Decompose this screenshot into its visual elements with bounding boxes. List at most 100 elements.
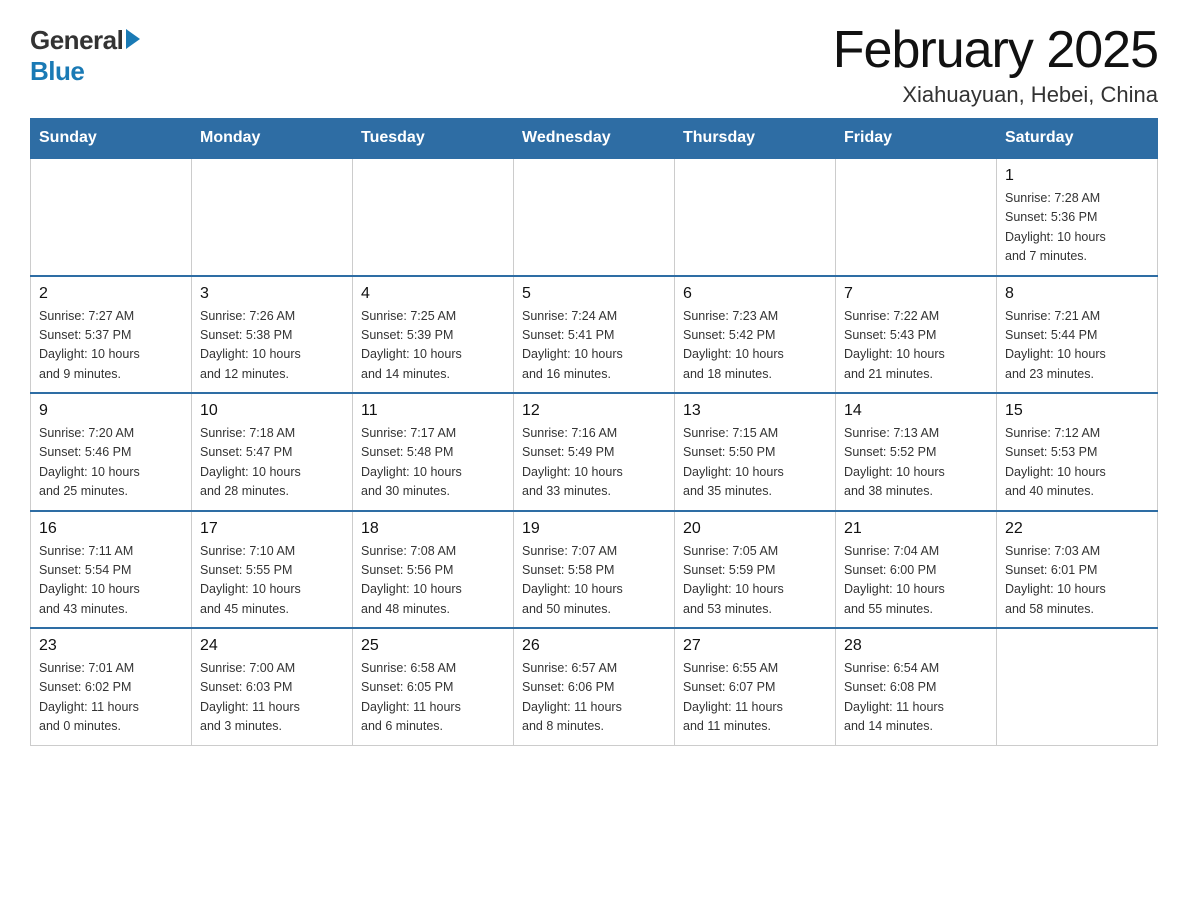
calendar-cell: 16 Sunrise: 7:11 AMSunset: 5:54 PMDayligh… <box>31 511 192 629</box>
logo-blue-text: Blue <box>30 56 84 87</box>
calendar-cell: 15 Sunrise: 7:12 AMSunset: 5:53 PMDayligh… <box>997 393 1158 511</box>
day-info: Sunrise: 7:05 AMSunset: 5:59 PMDaylight:… <box>683 542 827 620</box>
calendar-cell: 14 Sunrise: 7:13 AMSunset: 5:52 PMDayligh… <box>836 393 997 511</box>
calendar-cell <box>675 158 836 276</box>
day-info: Sunrise: 7:08 AMSunset: 5:56 PMDaylight:… <box>361 542 505 620</box>
day-number: 13 <box>683 402 827 420</box>
day-number: 20 <box>683 520 827 538</box>
day-info: Sunrise: 7:00 AMSunset: 6:03 PMDaylight:… <box>200 659 344 737</box>
day-info: Sunrise: 7:12 AMSunset: 5:53 PMDaylight:… <box>1005 424 1149 502</box>
calendar-cell <box>836 158 997 276</box>
day-info: Sunrise: 7:11 AMSunset: 5:54 PMDaylight:… <box>39 542 183 620</box>
day-number: 9 <box>39 402 183 420</box>
calendar-cell: 21 Sunrise: 7:04 AMSunset: 6:00 PMDayligh… <box>836 511 997 629</box>
day-info: Sunrise: 7:22 AMSunset: 5:43 PMDaylight:… <box>844 307 988 385</box>
day-number: 17 <box>200 520 344 538</box>
calendar-cell: 27 Sunrise: 6:55 AMSunset: 6:07 PMDayligh… <box>675 628 836 745</box>
calendar-cell: 2 Sunrise: 7:27 AMSunset: 5:37 PMDaylight… <box>31 276 192 394</box>
day-info: Sunrise: 7:13 AMSunset: 5:52 PMDaylight:… <box>844 424 988 502</box>
calendar-subtitle: Xiahuayuan, Hebei, China <box>833 82 1158 108</box>
logo-arrow-icon <box>126 29 140 49</box>
day-number: 26 <box>522 637 666 655</box>
title-block: February 2025 Xiahuayuan, Hebei, China <box>833 20 1158 108</box>
weekday-header-sunday: Sunday <box>31 119 192 159</box>
logo: General Blue <box>30 20 140 87</box>
day-number: 5 <box>522 285 666 303</box>
day-number: 6 <box>683 285 827 303</box>
calendar-cell <box>997 628 1158 745</box>
day-number: 19 <box>522 520 666 538</box>
calendar-cell: 23 Sunrise: 7:01 AMSunset: 6:02 PMDayligh… <box>31 628 192 745</box>
day-info: Sunrise: 7:21 AMSunset: 5:44 PMDaylight:… <box>1005 307 1149 385</box>
calendar-cell: 6 Sunrise: 7:23 AMSunset: 5:42 PMDaylight… <box>675 276 836 394</box>
day-number: 3 <box>200 285 344 303</box>
calendar-cell: 26 Sunrise: 6:57 AMSunset: 6:06 PMDayligh… <box>514 628 675 745</box>
weekday-header-wednesday: Wednesday <box>514 119 675 159</box>
calendar-week-row: 2 Sunrise: 7:27 AMSunset: 5:37 PMDaylight… <box>31 276 1158 394</box>
day-number: 1 <box>1005 167 1149 185</box>
day-number: 18 <box>361 520 505 538</box>
day-number: 22 <box>1005 520 1149 538</box>
calendar-cell: 12 Sunrise: 7:16 AMSunset: 5:49 PMDayligh… <box>514 393 675 511</box>
calendar-cell: 24 Sunrise: 7:00 AMSunset: 6:03 PMDayligh… <box>192 628 353 745</box>
day-info: Sunrise: 7:27 AMSunset: 5:37 PMDaylight:… <box>39 307 183 385</box>
weekday-header-friday: Friday <box>836 119 997 159</box>
calendar-cell: 9 Sunrise: 7:20 AMSunset: 5:46 PMDaylight… <box>31 393 192 511</box>
calendar-cell: 1 Sunrise: 7:28 AMSunset: 5:36 PMDaylight… <box>997 158 1158 276</box>
calendar-title: February 2025 <box>833 20 1158 80</box>
day-info: Sunrise: 6:55 AMSunset: 6:07 PMDaylight:… <box>683 659 827 737</box>
calendar-cell: 7 Sunrise: 7:22 AMSunset: 5:43 PMDaylight… <box>836 276 997 394</box>
day-number: 27 <box>683 637 827 655</box>
day-number: 16 <box>39 520 183 538</box>
day-info: Sunrise: 7:26 AMSunset: 5:38 PMDaylight:… <box>200 307 344 385</box>
day-info: Sunrise: 7:07 AMSunset: 5:58 PMDaylight:… <box>522 542 666 620</box>
day-number: 2 <box>39 285 183 303</box>
day-number: 11 <box>361 402 505 420</box>
calendar-cell: 25Sunrise: 6:58 AMSunset: 6:05 PMDayligh… <box>353 628 514 745</box>
day-number: 7 <box>844 285 988 303</box>
calendar-cell <box>31 158 192 276</box>
day-info: Sunrise: 7:03 AMSunset: 6:01 PMDaylight:… <box>1005 542 1149 620</box>
day-number: 28 <box>844 637 988 655</box>
calendar-cell: 4Sunrise: 7:25 AMSunset: 5:39 PMDaylight… <box>353 276 514 394</box>
day-number: 8 <box>1005 285 1149 303</box>
day-info: Sunrise: 7:23 AMSunset: 5:42 PMDaylight:… <box>683 307 827 385</box>
calendar-table: SundayMondayTuesdayWednesdayThursdayFrid… <box>30 118 1158 746</box>
day-number: 15 <box>1005 402 1149 420</box>
calendar-cell: 11 Sunrise: 7:17 AMSunset: 5:48 PMDayligh… <box>353 393 514 511</box>
calendar-cell: 22 Sunrise: 7:03 AMSunset: 6:01 PMDayligh… <box>997 511 1158 629</box>
calendar-cell: 5Sunrise: 7:24 AMSunset: 5:41 PMDaylight… <box>514 276 675 394</box>
day-info: Sunrise: 7:28 AMSunset: 5:36 PMDaylight:… <box>1005 189 1149 267</box>
day-info: Sunrise: 7:01 AMSunset: 6:02 PMDaylight:… <box>39 659 183 737</box>
day-number: 24 <box>200 637 344 655</box>
calendar-cell: 19 Sunrise: 7:07 AMSunset: 5:58 PMDayligh… <box>514 511 675 629</box>
day-info: Sunrise: 7:16 AMSunset: 5:49 PMDaylight:… <box>522 424 666 502</box>
calendar-cell <box>514 158 675 276</box>
calendar-cell: 20 Sunrise: 7:05 AMSunset: 5:59 PMDayligh… <box>675 511 836 629</box>
day-number: 14 <box>844 402 988 420</box>
calendar-cell: 13Sunrise: 7:15 AMSunset: 5:50 PMDayligh… <box>675 393 836 511</box>
weekday-header-thursday: Thursday <box>675 119 836 159</box>
day-number: 10 <box>200 402 344 420</box>
day-info: Sunrise: 7:20 AMSunset: 5:46 PMDaylight:… <box>39 424 183 502</box>
calendar-cell: 8 Sunrise: 7:21 AMSunset: 5:44 PMDaylight… <box>997 276 1158 394</box>
weekday-header-monday: Monday <box>192 119 353 159</box>
calendar-week-row: 1 Sunrise: 7:28 AMSunset: 5:36 PMDaylight… <box>31 158 1158 276</box>
day-info: Sunrise: 7:10 AMSunset: 5:55 PMDaylight:… <box>200 542 344 620</box>
weekday-header-saturday: Saturday <box>997 119 1158 159</box>
calendar-cell <box>192 158 353 276</box>
weekday-header-row: SundayMondayTuesdayWednesdayThursdayFrid… <box>31 119 1158 159</box>
calendar-week-row: 23 Sunrise: 7:01 AMSunset: 6:02 PMDayligh… <box>31 628 1158 745</box>
day-info: Sunrise: 6:54 AMSunset: 6:08 PMDaylight:… <box>844 659 988 737</box>
day-info: Sunrise: 7:17 AMSunset: 5:48 PMDaylight:… <box>361 424 505 502</box>
logo-general-text: General <box>30 25 123 56</box>
day-number: 12 <box>522 402 666 420</box>
day-number: 25 <box>361 637 505 655</box>
day-number: 23 <box>39 637 183 655</box>
day-info: Sunrise: 7:18 AMSunset: 5:47 PMDaylight:… <box>200 424 344 502</box>
calendar-cell: 18 Sunrise: 7:08 AMSunset: 5:56 PMDayligh… <box>353 511 514 629</box>
day-info: Sunrise: 6:57 AMSunset: 6:06 PMDaylight:… <box>522 659 666 737</box>
calendar-week-row: 16 Sunrise: 7:11 AMSunset: 5:54 PMDayligh… <box>31 511 1158 629</box>
day-number: 21 <box>844 520 988 538</box>
day-info: Sunrise: 7:04 AMSunset: 6:00 PMDaylight:… <box>844 542 988 620</box>
